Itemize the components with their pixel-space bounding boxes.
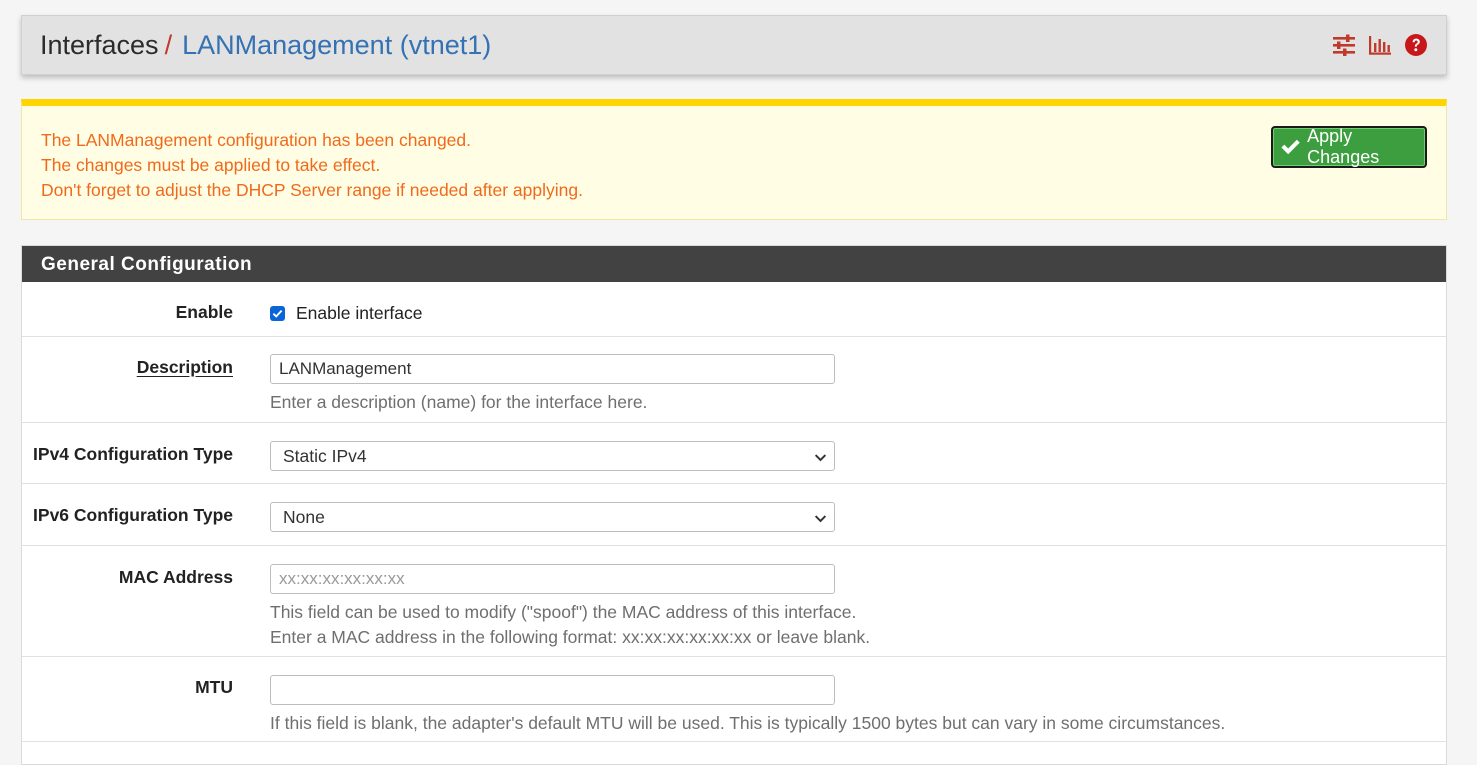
description-row: Description Enter a description (name) f…	[22, 337, 1446, 423]
alert-line: Don't forget to adjust the DHCP Server r…	[41, 180, 583, 200]
header-icon-group	[1332, 33, 1428, 57]
page-header: Interfaces / LANManagement (vtnet1)	[21, 15, 1447, 75]
sliders-icon[interactable]	[1332, 33, 1356, 57]
chevron-down-icon	[814, 454, 827, 462]
mac-address-label: MAC Address	[118, 567, 233, 587]
panel-title: General Configuration	[22, 246, 1446, 282]
enable-checkbox[interactable]	[270, 306, 285, 321]
ipv6-type-select[interactable]: None	[270, 502, 835, 532]
enable-interface-control[interactable]: Enable interface	[270, 303, 422, 324]
ipv4-row: IPv4 Configuration Type Static IPv4	[22, 423, 1446, 484]
ipv4-type-value: Static IPv4	[283, 446, 367, 466]
config-changed-alert: The LANManagement configuration has been…	[21, 99, 1447, 220]
ipv6-field: None	[270, 502, 835, 532]
breadcrumb-current[interactable]: LANManagement (vtnet1)	[182, 30, 491, 61]
enable-field: Enable interface	[270, 303, 422, 324]
ipv6-row: IPv6 Configuration Type None	[22, 484, 1446, 546]
checkbox-check-icon	[272, 309, 283, 318]
ipv6-label: IPv6 Configuration Type	[33, 505, 233, 525]
alert-line: The LANManagement configuration has been…	[41, 130, 472, 150]
bar-chart-icon[interactable]	[1368, 33, 1392, 57]
mtu-input[interactable]	[270, 675, 835, 705]
description-input[interactable]	[270, 354, 835, 384]
page: Interfaces / LANManagement (vtnet1) The …	[0, 0, 1477, 765]
apply-changes-button[interactable]: Apply Changes	[1271, 126, 1427, 168]
breadcrumb-root[interactable]: Interfaces	[40, 30, 159, 61]
description-label[interactable]: Description	[137, 357, 233, 378]
mac-address-field: This field can be used to modify ("spoof…	[270, 564, 870, 650]
mac-address-input[interactable]	[270, 564, 835, 594]
apply-changes-label: Apply Changes	[1307, 126, 1380, 167]
description-field: Enter a description (name) for the inter…	[270, 354, 835, 415]
mac-address-help: Enter a MAC address in the following for…	[270, 627, 871, 647]
mtu-row: MTU If this field is blank, the adapter'…	[22, 657, 1446, 742]
mac-address-row: MAC Address This field can be used to mo…	[22, 546, 1446, 657]
alert-line: The changes must be applied to take effe…	[41, 155, 381, 175]
alert-message: The LANManagement configuration has been…	[41, 128, 583, 203]
enable-checkbox-label: Enable interface	[296, 303, 423, 323]
mtu-label: MTU	[195, 677, 233, 697]
help-icon[interactable]	[1404, 33, 1428, 57]
ipv6-type-value: None	[283, 507, 325, 527]
checkmark-icon	[1281, 139, 1300, 155]
enable-label: Enable	[175, 302, 233, 322]
mac-address-help: This field can be used to modify ("spoof…	[270, 602, 857, 622]
ipv4-field: Static IPv4	[270, 441, 835, 471]
enable-row: Enable Enable interface	[22, 282, 1446, 337]
mtu-help: If this field is blank, the adapter's de…	[270, 713, 1226, 733]
chevron-down-icon	[814, 515, 827, 523]
general-configuration-panel: General Configuration Enable Enable inte…	[21, 245, 1447, 765]
description-help: Enter a description (name) for the inter…	[270, 392, 648, 412]
ipv4-type-select[interactable]: Static IPv4	[270, 441, 835, 471]
mtu-field: If this field is blank, the adapter's de…	[270, 675, 1225, 736]
breadcrumb-separator: /	[164, 29, 173, 60]
ipv4-label: IPv4 Configuration Type	[33, 444, 233, 464]
